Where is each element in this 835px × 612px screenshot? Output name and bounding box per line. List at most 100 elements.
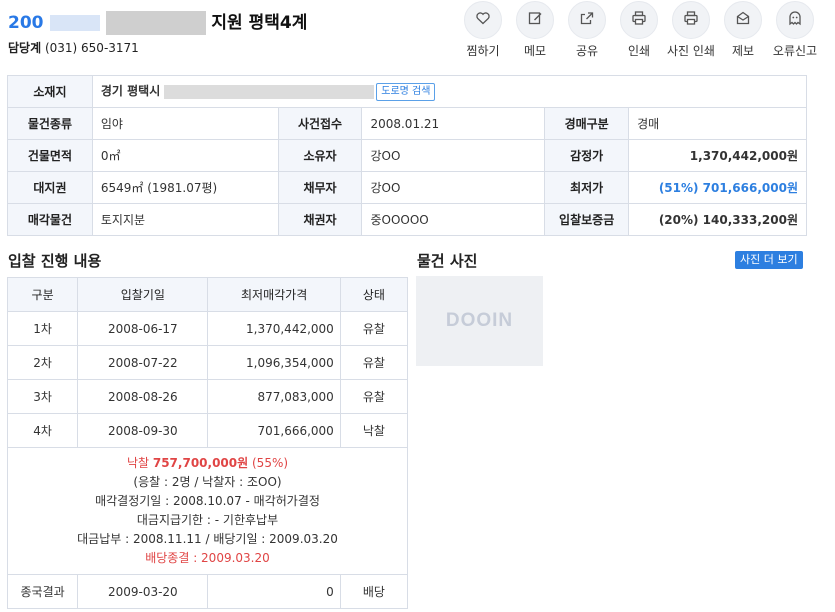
- info-label: 사건접수: [277, 107, 363, 140]
- info-row: 건물면적 0㎡ 소유자 강OO 감정가 1,370,442,000원: [7, 139, 807, 172]
- case-title: 200 지원 평택4계: [8, 8, 307, 35]
- info-value: 강OO: [361, 171, 546, 204]
- location-label: 소재지: [7, 75, 93, 108]
- more-photos-button[interactable]: 사진 더 보기: [735, 251, 803, 269]
- cell-date: 2008-08-26: [77, 379, 209, 414]
- photos-section-title: 물건 사진: [417, 252, 478, 270]
- property-photo[interactable]: DOOIN: [416, 276, 543, 366]
- report-button[interactable]: 제보: [717, 0, 769, 59]
- location-value: 경기 평택시: [100, 84, 161, 99]
- info-label: 물건종류: [7, 107, 93, 140]
- column-header-min-price: 최저매각가격: [207, 277, 341, 312]
- sold-amount: 757,700,000원: [152, 456, 249, 470]
- redacted-court-name: [105, 11, 206, 35]
- error-report-label: 오류신고: [772, 44, 818, 58]
- print-icon: [631, 10, 647, 30]
- payment-deadline-line: 대금지급기한 : - 기한후납부: [136, 513, 279, 527]
- cell-status: 유찰: [339, 311, 409, 346]
- info-value: 강OO: [361, 139, 546, 172]
- info-label: 경매구분: [544, 107, 630, 140]
- cell-min-price: 1,096,354,000: [207, 345, 341, 380]
- redacted-case-number: [49, 15, 100, 31]
- contact-phone: (031) 650-3171: [44, 41, 139, 55]
- cell-round: 3차: [6, 379, 79, 414]
- share-label: 공유: [575, 44, 599, 58]
- info-label: 매각물건: [7, 203, 93, 236]
- action-toolbar: 찜하기 메모 공유 인쇄 사진 인쇄 제보 오류신고: [457, 0, 821, 59]
- memo-label: 메모: [523, 44, 547, 58]
- info-value: 1,370,442,000원: [628, 139, 807, 172]
- memo-button[interactable]: 메모: [509, 0, 561, 59]
- redacted-address: [164, 84, 375, 99]
- bidding-summary-row: 낙찰 757,700,000원 (55%) (응찰 : 2명 / 낙찰자 : 조…: [7, 447, 408, 575]
- cell-date: 2008-09-30: [77, 413, 209, 448]
- final-result-label: 종국결과: [6, 574, 79, 609]
- road-search-button[interactable]: 도로명 검색: [376, 82, 436, 101]
- cell-round: 2차: [6, 345, 79, 380]
- wishlist-button[interactable]: 찜하기: [457, 0, 509, 59]
- dividend-end-line: 배당종결 : 2009.03.20: [145, 551, 270, 565]
- column-header-status: 상태: [339, 277, 409, 312]
- photo-print-button[interactable]: 사진 인쇄: [665, 0, 717, 59]
- table-row: 2차 2008-07-22 1,096,354,000 유찰: [6, 345, 409, 380]
- ghost-icon: [787, 10, 803, 30]
- info-value: 중OOOOO: [361, 203, 546, 236]
- cell-round: 4차: [6, 413, 79, 448]
- sold-percent: (55%): [252, 456, 289, 470]
- cell-date: 2008-06-17: [77, 311, 209, 346]
- table-row: 3차 2008-08-26 877,083,000 유찰: [6, 379, 409, 414]
- error-report-button[interactable]: 오류신고: [769, 0, 821, 59]
- cell-status: 낙찰: [339, 413, 409, 448]
- memo-icon: [527, 10, 543, 30]
- cell-date: 2008-07-22: [77, 345, 209, 380]
- cell-min-price: 701,666,000: [207, 413, 341, 448]
- photo-print-icon: [683, 10, 699, 30]
- info-label: 입찰보증금: [544, 203, 630, 236]
- info-label: 대지권: [7, 171, 93, 204]
- cell-round: 1차: [6, 311, 79, 346]
- envelope-icon: [735, 10, 751, 30]
- payment-line: 대금납부 : 2008.11.11 / 배당기일 : 2009.03.20: [77, 532, 338, 546]
- info-label: 채무자: [277, 171, 363, 204]
- sold-label: 낙찰: [126, 456, 150, 470]
- property-info-table: 소재지 경기 평택시 도로명 검색 물건종류 임야 사건접수 2008.01.21 경매구…: [7, 75, 808, 236]
- share-button[interactable]: 공유: [561, 0, 613, 59]
- cell-min-price: 1,370,442,000: [207, 311, 341, 346]
- court-department: 지원 평택4계: [211, 13, 308, 33]
- bidding-section-title: 입찰 진행 내용: [8, 252, 102, 270]
- final-result-amount: 0: [207, 574, 341, 609]
- info-row: 물건종류 임야 사건접수 2008.01.21 경매구분 경매: [7, 107, 807, 140]
- report-label: 제보: [731, 44, 755, 58]
- info-value: 경매: [628, 107, 807, 140]
- location-row: 소재지 경기 평택시 도로명 검색: [7, 75, 808, 108]
- table-row: 4차 2008-09-30 701,666,000 낙찰: [6, 413, 409, 448]
- column-header-date: 입찰기일: [77, 277, 209, 312]
- sold-line: 낙찰 757,700,000원 (55%): [12, 454, 403, 473]
- location-cell: 경기 평택시 도로명 검색: [91, 75, 808, 108]
- heart-icon: [475, 10, 491, 30]
- info-row: 매각물건 토지지분 채권자 중OOOOO 입찰보증금 (20%) 140,333,200원: [7, 203, 807, 236]
- bidders-line: (응찰 : 2명 / 낙찰자 : 조OO): [133, 475, 282, 489]
- decision-line: 매각결정기일 : 2008.10.07 - 매각허가결정: [95, 494, 320, 508]
- column-header-round: 구분: [6, 277, 79, 312]
- share-icon: [579, 10, 595, 30]
- info-label: 최저가: [544, 171, 630, 204]
- info-value: 0㎡: [91, 139, 279, 172]
- wishlist-label: 찜하기: [466, 44, 500, 58]
- bidding-header-row: 구분 입찰기일 최저매각가격 상태: [6, 277, 409, 312]
- print-button[interactable]: 인쇄: [613, 0, 665, 59]
- final-result-status: 배당: [339, 574, 409, 609]
- contact-label: 담당계: [8, 41, 42, 55]
- case-number: 200: [8, 13, 44, 33]
- info-label: 건물면적: [7, 139, 93, 172]
- cell-status: 유찰: [339, 379, 409, 414]
- contact-info: 담당계 (031) 650-3171: [8, 39, 139, 56]
- info-value: 2008.01.21: [361, 107, 546, 140]
- info-label: 채권자: [277, 203, 363, 236]
- bidding-table: 구분 입찰기일 최저매각가격 상태 1차 2008-06-17 1,370,442,…: [6, 277, 409, 609]
- info-value: (51%) 701,666,000원: [628, 171, 807, 204]
- info-value: 6549㎡ (1981.07평): [91, 171, 279, 204]
- bidding-summary: 낙찰 757,700,000원 (55%) (응찰 : 2명 / 낙찰자 : 조…: [7, 447, 408, 575]
- table-row: 1차 2008-06-17 1,370,442,000 유찰: [6, 311, 409, 346]
- cell-status: 유찰: [339, 345, 409, 380]
